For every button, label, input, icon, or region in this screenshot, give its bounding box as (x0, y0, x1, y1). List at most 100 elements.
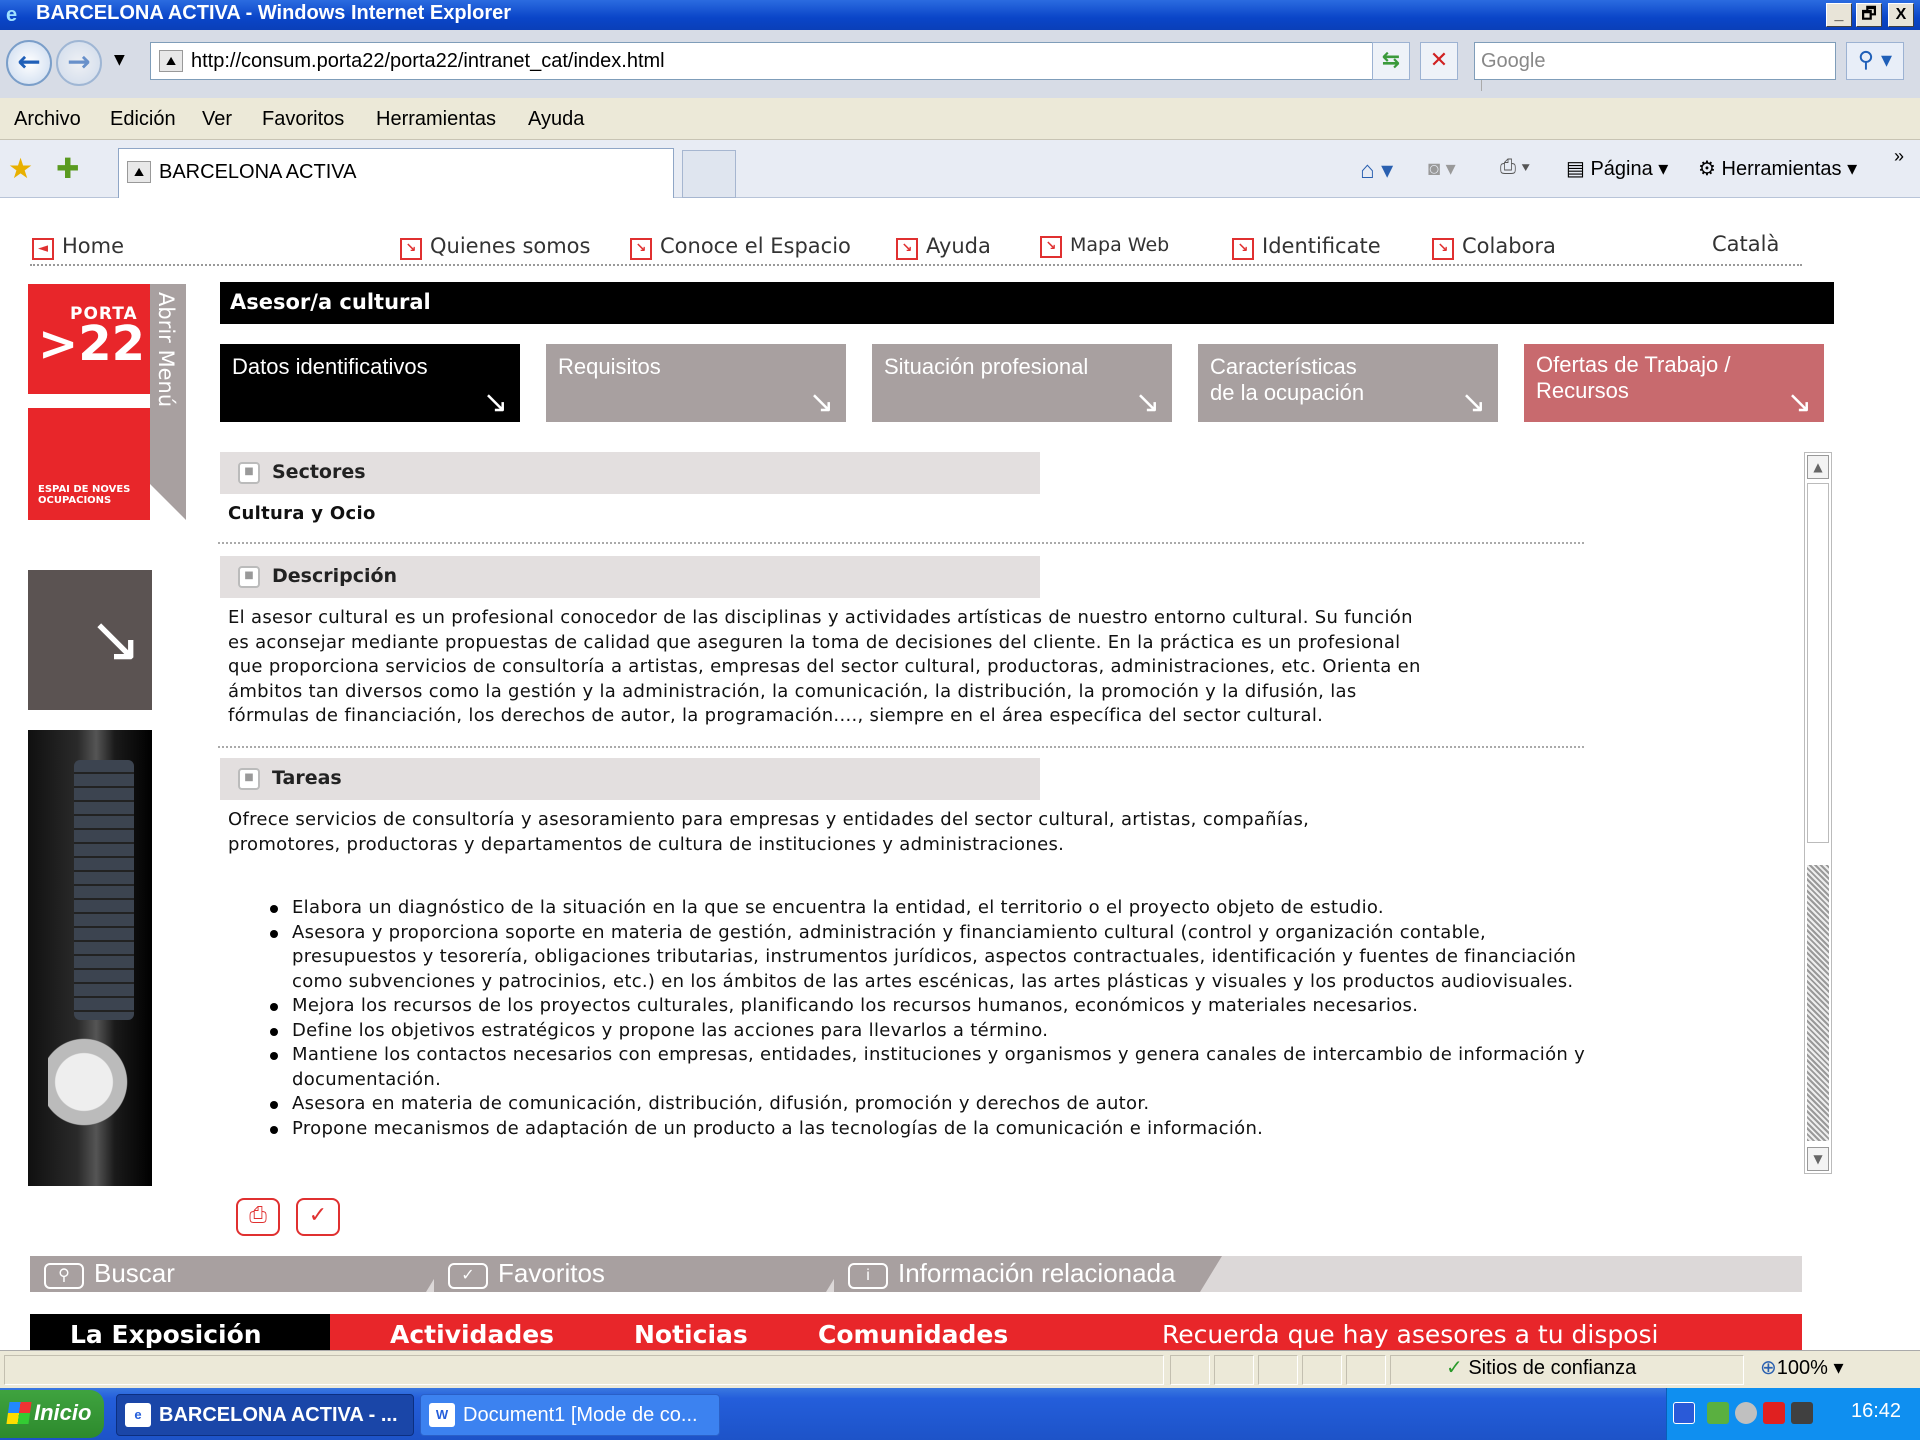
favorites-star-icon[interactable]: ★ (8, 152, 33, 185)
task-word[interactable]: W Document1 [Mode de co... (420, 1394, 720, 1436)
nav-conoce[interactable]: ↘ Conoce el Espacio (630, 234, 851, 260)
desc-line: que proporciona servicios de consultoría… (228, 656, 1421, 677)
tab-informacion[interactable]: i Información relacionada (834, 1256, 1222, 1292)
tab-datos[interactable]: Datos identificativos ↘ (220, 344, 520, 422)
list-item: Mantiene los contactos necesarios con em… (262, 1043, 1614, 1092)
arrow-down-right-icon: ↘ (630, 238, 652, 260)
tareas-list: Elabora un diagnóstico de la situación e… (262, 896, 1614, 1141)
nav-quienes[interactable]: ↘ Quienes somos (400, 234, 590, 260)
windows-logo-icon (6, 1402, 32, 1424)
desc-line: ámbitos tan diversos como la gestión y l… (228, 680, 1357, 702)
gear-icon: ⚙ (1698, 158, 1722, 180)
abrir-menu-button[interactable]: Abrir Menú (150, 284, 186, 520)
close-window-button[interactable]: X (1888, 3, 1914, 27)
print-page-icon[interactable]: ⎙ (236, 1198, 280, 1236)
tab-requisitos[interactable]: Requisitos ↘ (546, 344, 846, 422)
menu-ver[interactable]: Ver (202, 108, 232, 131)
check-icon: ✓ (448, 1263, 488, 1289)
chevron-more-icon[interactable]: » (1894, 146, 1904, 167)
tab-situacion[interactable]: Situación profesional ↘ (872, 344, 1172, 422)
maximize-button[interactable]: 🗗 (1856, 3, 1882, 27)
search-input[interactable]: Google (1474, 42, 1836, 80)
page-favicon-icon: ⛰ (159, 50, 183, 72)
zoom-control[interactable]: ⊕100% ▾ (1760, 1355, 1844, 1380)
nav-ayuda[interactable]: ↘ Ayuda (896, 234, 991, 260)
refresh-icon[interactable]: ⇆ (1372, 42, 1410, 80)
nav-conoce-label: Conoce el Espacio (660, 234, 851, 258)
search-icon[interactable]: ⚲ ▾ (1846, 42, 1904, 80)
nav-home[interactable]: ◄ Home (32, 234, 124, 260)
tools-menu-button[interactable]: ⚙ Herramientas ▾ (1698, 156, 1857, 181)
section-header-descripcion: ■ Descripción (220, 556, 1040, 598)
page-menu-button[interactable]: ▤ Página ▾ (1566, 156, 1668, 181)
section-title: Descripción (272, 565, 398, 587)
menu-bar: Archivo Edición Ver Favoritos Herramient… (0, 98, 1920, 140)
porta22-logo[interactable]: PORTA >22 ESPAI DE NOVES OCUPACIONS (28, 284, 150, 520)
arrow-down-right-icon: ↘ (400, 238, 422, 260)
back-button[interactable]: ← (6, 40, 52, 86)
scroll-up-icon[interactable]: ▲ (1807, 455, 1829, 479)
tab-buscar[interactable]: ⚲ Buscar (30, 1256, 448, 1292)
nav-colabora[interactable]: ↘ Colabora (1432, 234, 1556, 260)
tab-requisitos-label: Requisitos (558, 354, 661, 379)
content-scrollbar[interactable]: ▲ ▼ (1804, 452, 1832, 1174)
list-item: Define los objetivos estratégicos y prop… (262, 1019, 1614, 1044)
list-item: Asesora y proporciona soporte en materia… (262, 921, 1614, 995)
ie-icon: e (125, 1403, 151, 1427)
add-favorites-icon[interactable]: ✚ (56, 152, 79, 185)
scroll-track[interactable] (1807, 865, 1829, 1141)
menu-herramientas[interactable]: Herramientas (376, 108, 496, 131)
address-field[interactable]: ⛰ http://consum.porta22/porta22/intranet… (150, 42, 1501, 91)
arrow-banner[interactable]: ↘ (28, 570, 152, 710)
new-tab-button[interactable] (682, 150, 736, 198)
taskbar: Inicio e BARCELONA ACTIVA - ... W Document… (0, 1388, 1920, 1440)
tab-ofertas[interactable]: Ofertas de Trabajo / Recursos ↘ (1524, 344, 1824, 422)
scroll-down-icon[interactable]: ▼ (1807, 1147, 1829, 1171)
menu-edicion[interactable]: Edición (110, 108, 176, 131)
section-header-sectores: ■ Sectores (220, 452, 1040, 494)
link-actividades[interactable]: Actividades (390, 1320, 554, 1349)
tab-barcelona-activa[interactable]: ⛰ BARCELONA ACTIVA (118, 148, 674, 198)
window-title-bar[interactable]: e BARCELONA ACTIVA - Windows Internet Ex… (0, 0, 1920, 30)
forward-button[interactable]: → (56, 40, 102, 86)
tab-caracteristicas[interactable]: Características de la ocupación ↘ (1198, 344, 1498, 422)
content-scroll-area[interactable]: ■ Sectores Cultura y Ocio ■ Descripción El… (218, 452, 1832, 1172)
menu-favoritos[interactable]: Favoritos (262, 108, 344, 131)
antivirus-icon[interactable] (1763, 1402, 1785, 1424)
feeds-icon[interactable]: ◙ ▾ (1428, 156, 1456, 181)
info-icon: i (848, 1263, 888, 1289)
check-icon[interactable]: ✓ (296, 1198, 340, 1236)
bottom-tabs: ⚲ Buscar ✓ Favoritos i Información relacion… (30, 1256, 1802, 1292)
tab-bar: ★ ✚ ⛰ BARCELONA ACTIVA ⌂ ▾ ◙ ▾ ⎙ ▾ ▤ Pág… (0, 140, 1920, 198)
recuerda-ticker: Recuerda que hay asesores a tu disposi (1162, 1320, 1659, 1349)
tareas-intro-line: Ofrece servicios de consultoría y asesor… (228, 809, 1310, 830)
nav-identificate[interactable]: ↘ Identificate (1232, 234, 1381, 260)
scroll-thumb[interactable] (1807, 483, 1829, 843)
history-dropdown-icon[interactable]: ▼ (114, 52, 125, 68)
menu-archivo[interactable]: Archivo (14, 108, 81, 131)
nav-mapa[interactable]: ↘ Mapa Web (1040, 234, 1169, 258)
link-exposicion[interactable]: La Exposición (70, 1320, 262, 1349)
link-comunidades[interactable]: Comunidades (818, 1320, 1008, 1349)
stop-icon[interactable]: ✕ (1420, 42, 1458, 80)
link-noticias[interactable]: Noticias (634, 1320, 748, 1349)
task-ie[interactable]: e BARCELONA ACTIVA - ... (116, 1394, 414, 1436)
ie-logo-icon: e (6, 4, 18, 26)
arrow-down-right-icon: ↘ (896, 238, 918, 260)
task-ie-label: BARCELONA ACTIVA - ... (159, 1404, 398, 1426)
home-icon[interactable]: ⌂ ▾ (1360, 156, 1393, 185)
start-button[interactable]: Inicio (0, 1390, 104, 1438)
display-icon[interactable] (1791, 1402, 1813, 1424)
system-tray: 16:42 (1666, 1388, 1920, 1440)
menu-ayuda[interactable]: Ayuda (528, 108, 584, 131)
network-icon[interactable] (1707, 1402, 1729, 1424)
shield-icon[interactable] (1735, 1402, 1757, 1424)
print-icon[interactable]: ⎙ ▾ (1500, 156, 1530, 179)
trusted-sites[interactable]: ✓ Sitios de confianza (1446, 1355, 1636, 1380)
tab-favoritos[interactable]: ✓ Favoritos (434, 1256, 848, 1292)
ca-icon[interactable] (1673, 1402, 1695, 1424)
nav-language[interactable]: Català (1712, 232, 1779, 256)
trusted-sites-label: Sitios de confianza (1468, 1357, 1637, 1379)
minimize-button[interactable]: _ (1826, 3, 1852, 27)
tab-title: BARCELONA ACTIVA (159, 161, 357, 183)
